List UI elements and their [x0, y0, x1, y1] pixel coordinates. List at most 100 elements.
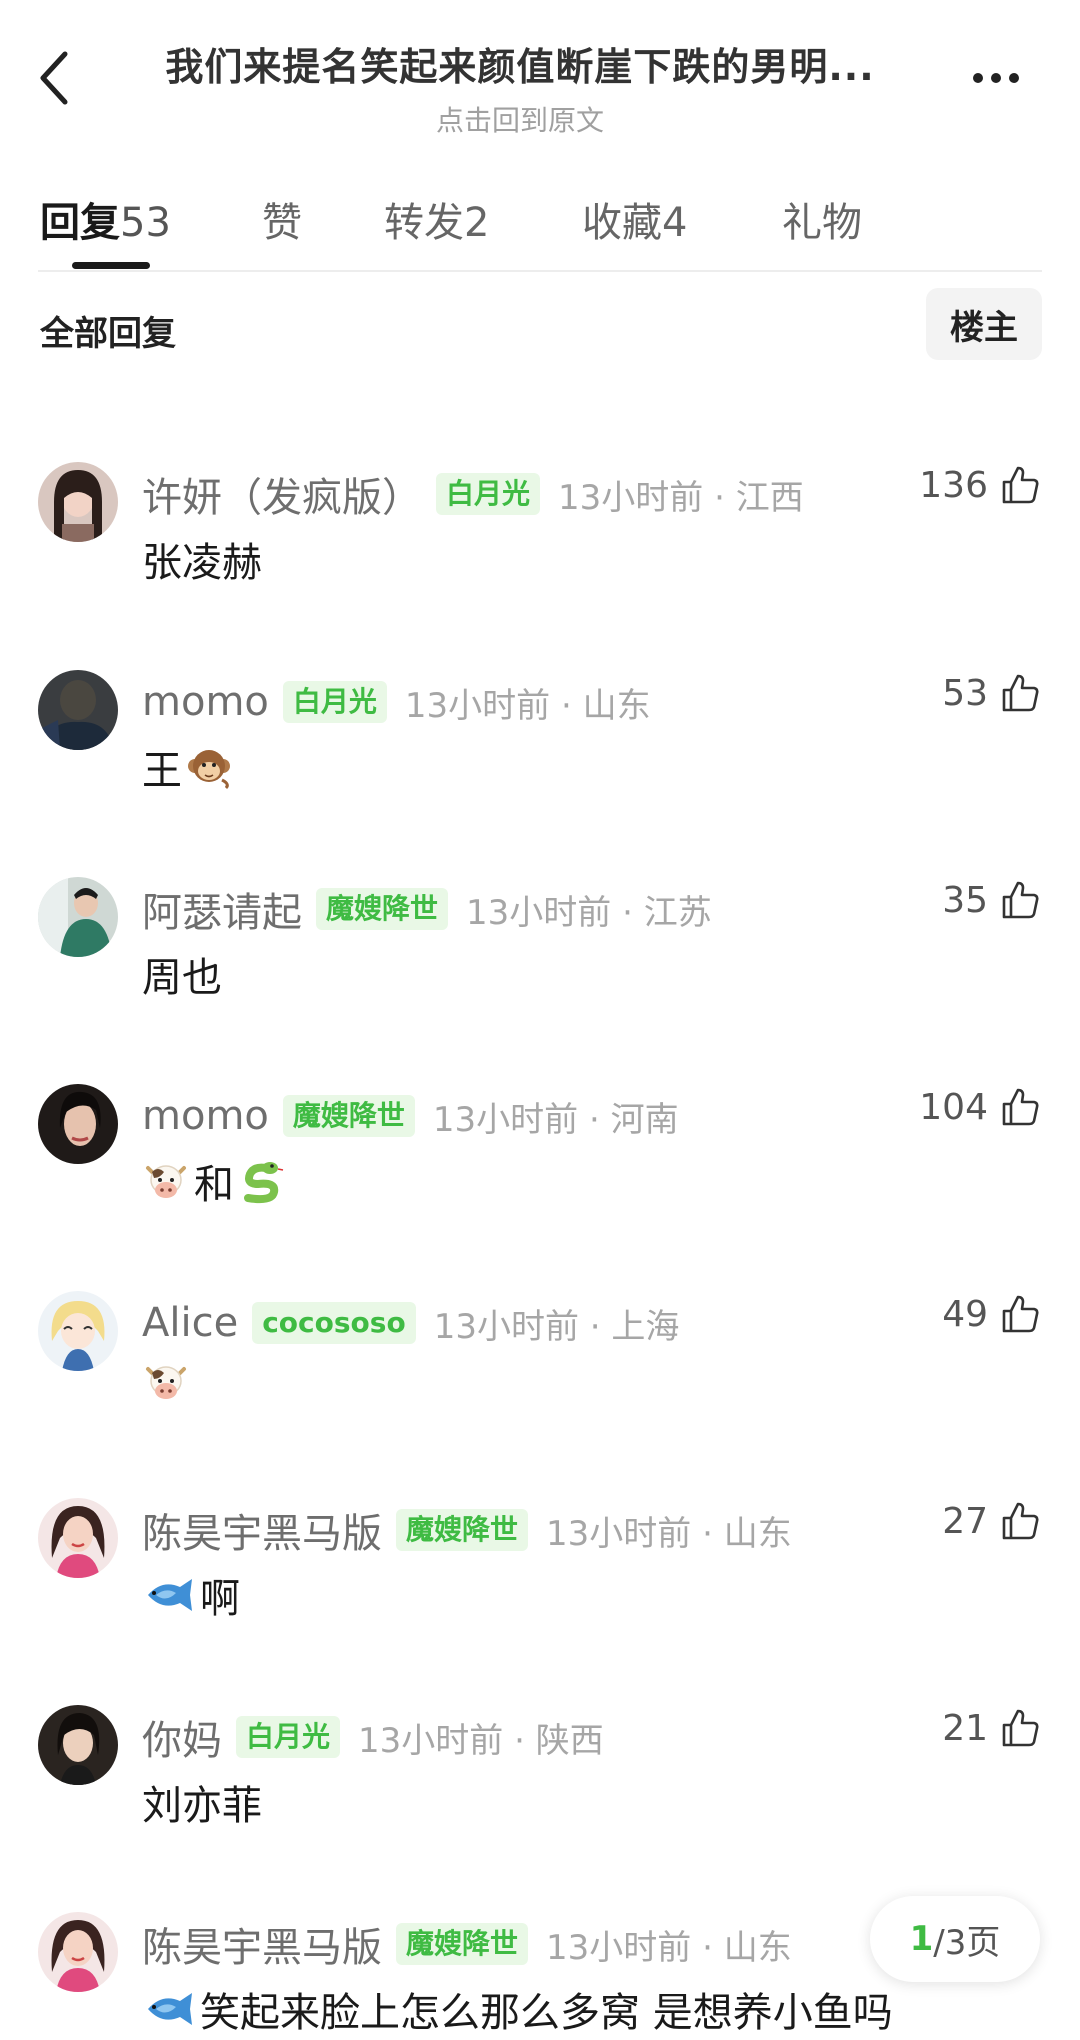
comment-header: momo 魔嫂降世 13小时前 · 河南 — [142, 1088, 679, 1144]
post-title-link[interactable]: 我们来提名笑起来颜值断崖下跌的男明... 点击回到原文 — [120, 36, 920, 139]
comment-time: 13小时前 — [466, 892, 612, 933]
page-indicator-button[interactable]: 1/3页 — [870, 1896, 1040, 1982]
tab-gifts-label: 礼物 — [782, 200, 862, 246]
comment-text: 周也 — [142, 945, 222, 1003]
tab-likes[interactable]: 赞 — [262, 190, 302, 248]
comment-location: 江西 — [735, 477, 804, 518]
comment-location: 河南 — [610, 1099, 679, 1140]
comment-time: 13小时前 — [404, 685, 551, 726]
comment-time: 13小时前 — [358, 1720, 504, 1761]
avatar[interactable] — [38, 1498, 118, 1578]
tab-replies-label: 回复 — [40, 200, 120, 246]
avatar[interactable] — [38, 462, 118, 542]
like-count: 136 — [919, 464, 988, 506]
like-button[interactable]: 35 — [942, 879, 1040, 921]
user-badge: 魔嫂降世 — [316, 888, 449, 930]
like-button[interactable]: 136 — [919, 464, 1040, 506]
tab-favorites[interactable]: 收藏4 — [582, 190, 687, 248]
comment-header: 许妍（发疯版） 白月光 13小时前 · 江西 — [142, 466, 804, 522]
comment-time: 13小时前 — [546, 1927, 692, 1968]
user-badge: 魔嫂降世 — [282, 1095, 415, 1137]
current-page: 1 — [909, 1919, 934, 1959]
like-button[interactable]: 53 — [942, 672, 1040, 714]
comment-location: 上海 — [611, 1306, 680, 1347]
username[interactable]: Alice — [142, 1300, 238, 1346]
username[interactable]: momo — [142, 1093, 269, 1139]
tab-reposts[interactable]: 转发2 — [384, 190, 489, 248]
post-title: 我们来提名笑起来颜值断崖下跌的男明... — [165, 45, 875, 89]
comment-header: 陈昊宇黑马版 魔嫂降世 13小时前 · 山东 — [142, 1916, 792, 1972]
avatar[interactable] — [38, 1291, 118, 1371]
like-button[interactable]: 27 — [942, 1500, 1040, 1542]
like-button[interactable]: 104 — [919, 1086, 1040, 1128]
comment-text-content: 笑起来脸上怎么那么多窝 是想养小鱼吗 — [200, 1990, 893, 2036]
comment-text-content: 刘亦菲 — [142, 1783, 262, 1829]
owner-only-button[interactable]: 楼主 — [926, 288, 1042, 360]
user-badge: 白月光 — [236, 1716, 341, 1758]
back-button[interactable] — [26, 48, 82, 108]
comment-meta: 13小时前 · 江西 — [558, 477, 804, 518]
tab-bar: 回复53 赞 转发2 收藏4 礼物 — [0, 170, 1080, 272]
avatar[interactable] — [38, 877, 118, 957]
comment-text: 啊 — [142, 1566, 240, 1624]
avatar[interactable] — [38, 1912, 118, 1992]
comment-text — [142, 1359, 194, 1405]
more-options-button[interactable] — [960, 56, 1032, 100]
comment-text: 刘亦菲 — [142, 1773, 262, 1831]
tab-gifts[interactable]: 礼物 — [782, 190, 862, 248]
tab-favorites-count: 4 — [662, 200, 688, 246]
like-button[interactable]: 21 — [942, 1707, 1040, 1749]
avatar[interactable] — [38, 1705, 118, 1785]
comment-item: 你妈 白月光 13小时前 · 陕西 21 刘亦菲 — [0, 1705, 1080, 1875]
comment-meta: 13小时前 · 河南 — [432, 1099, 679, 1140]
cow-emoji-icon — [146, 1165, 186, 1198]
comment-meta: 13小时前 · 山东 — [546, 1513, 792, 1554]
fish-emoji-icon — [148, 1579, 192, 1611]
like-count: 27 — [942, 1500, 988, 1542]
thumbs-up-icon — [1002, 1088, 1039, 1126]
snake-emoji-icon — [244, 1162, 284, 1204]
comment-header: momo 白月光 13小时前 · 山东 — [142, 674, 651, 730]
tab-likes-label: 赞 — [262, 200, 302, 246]
comment-meta: 13小时前 · 上海 — [433, 1306, 680, 1347]
tab-replies-count: 53 — [120, 200, 171, 246]
username[interactable]: 陈昊宇黑马版 — [142, 1915, 382, 1973]
comment-header: 阿瑟请起 魔嫂降世 13小时前 · 江苏 — [142, 881, 712, 937]
comment-location: 山东 — [723, 1513, 792, 1554]
username[interactable]: 阿瑟请起 — [142, 880, 302, 938]
comment-item: 许妍（发疯版） 白月光 13小时前 · 江西 136 张凌赫 — [0, 462, 1080, 632]
all-replies-label: 全部回复 — [40, 314, 176, 354]
top-bar: 我们来提名笑起来颜值断崖下跌的男明... 点击回到原文 — [0, 0, 1080, 140]
comment-item: momo 白月光 13小时前 · 山东 53 王 — [0, 670, 1080, 840]
like-button[interactable]: 49 — [942, 1293, 1040, 1335]
username[interactable]: 你妈 — [142, 1708, 222, 1766]
tab-replies[interactable]: 回复53 — [40, 190, 171, 248]
username[interactable]: 陈昊宇黑马版 — [142, 1501, 382, 1559]
like-count: 53 — [942, 672, 988, 714]
active-tab-indicator — [72, 262, 150, 269]
more-dot-icon — [1009, 73, 1019, 83]
divider — [38, 270, 1042, 272]
comment-location: 陕西 — [535, 1720, 604, 1761]
avatar[interactable] — [38, 670, 118, 750]
monkey-emoji-icon — [188, 750, 230, 790]
comment-text: 张凌赫 — [142, 530, 262, 588]
comment-text: 笑起来脸上怎么那么多窝 是想养小鱼吗 — [142, 1980, 893, 2038]
avatar[interactable] — [38, 1084, 118, 1164]
chevron-left-icon — [40, 51, 68, 105]
fish-emoji-icon — [148, 1993, 192, 2025]
comment-item: 陈昊宇黑马版 魔嫂降世 13小时前 · 山东 27 啊 — [0, 1498, 1080, 1668]
more-dot-icon — [991, 73, 1001, 83]
username[interactable]: momo — [142, 679, 269, 725]
user-badge: cocososo — [252, 1302, 416, 1344]
comment-text: 和 — [142, 1152, 286, 1210]
comment-item: Alice cocososo 13小时前 · 上海 49 — [0, 1291, 1080, 1461]
cow-emoji-icon — [146, 1366, 186, 1399]
thumbs-up-icon — [1002, 1502, 1039, 1540]
comment-time: 13小时前 — [433, 1306, 579, 1347]
comment-text-content: 和 — [194, 1162, 234, 1208]
comment-text-content: 王 — [142, 748, 182, 794]
username[interactable]: 许妍（发疯版） — [142, 465, 422, 523]
user-badge: 魔嫂降世 — [396, 1923, 529, 1965]
comment-text-content: 啊 — [200, 1576, 240, 1622]
